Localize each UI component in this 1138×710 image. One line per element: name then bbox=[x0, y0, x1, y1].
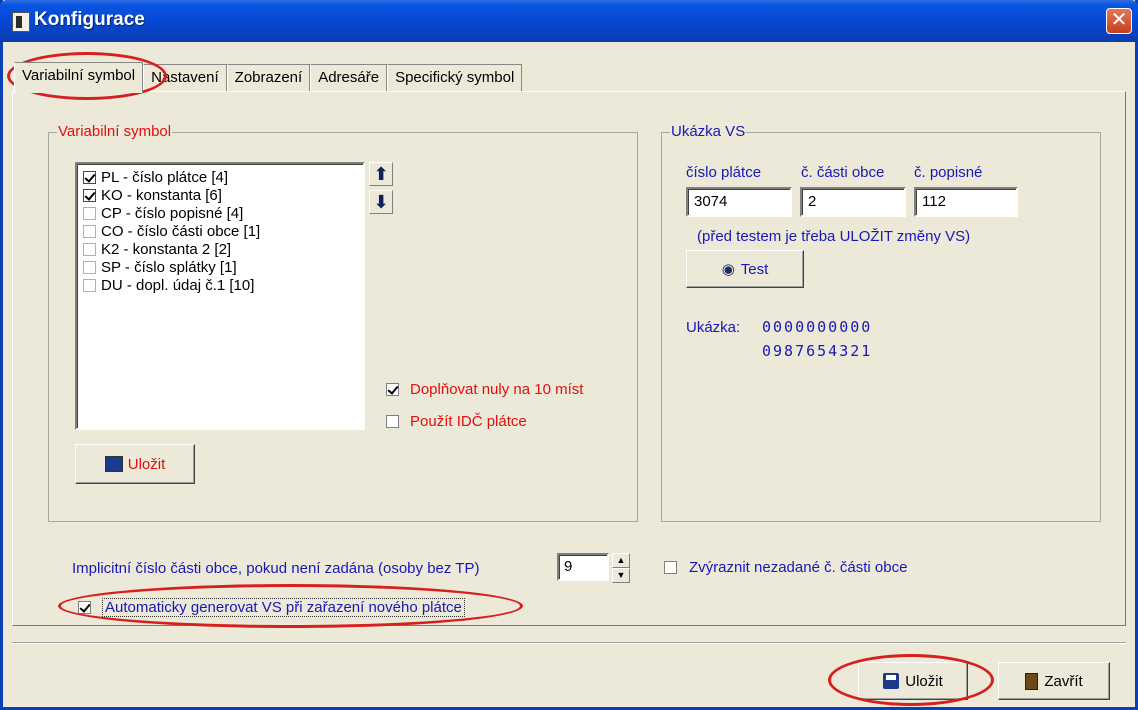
cast-obce-field[interactable]: 2 bbox=[800, 187, 906, 217]
pad-zeros-option[interactable]: Doplňovat nuly na 10 míst bbox=[386, 381, 583, 398]
tab-variabilni-symbol[interactable]: Variabilní symbol bbox=[14, 62, 144, 93]
close-window-button[interactable]: ✕ bbox=[1106, 8, 1132, 34]
implicit-value-field[interactable]: 9 bbox=[557, 553, 609, 581]
exit-door-icon bbox=[1025, 672, 1039, 690]
list-item[interactable]: CP - číslo popisné [4] bbox=[83, 205, 243, 222]
arrow-down-icon: ⬇ bbox=[373, 192, 389, 212]
use-idc-label: Použít IDČ plátce bbox=[410, 413, 527, 430]
test-label: Test bbox=[740, 260, 769, 278]
tab-zobrazeni[interactable]: Zobrazení bbox=[226, 64, 311, 92]
list-item[interactable]: KO - konstanta [6] bbox=[83, 187, 222, 204]
list-item[interactable]: SP - číslo splátky [1] bbox=[83, 259, 237, 276]
use-idc-option[interactable]: Použít IDČ plátce bbox=[386, 413, 527, 430]
list-item-label: K2 - konstanta 2 [2] bbox=[101, 241, 232, 258]
list-item-label: PL - číslo plátce [4] bbox=[101, 169, 229, 186]
test-note: (před testem je třeba ULOŽIT změny VS) bbox=[697, 228, 971, 245]
vs-components-list[interactable]: PL - číslo plátce [4] KO - konstanta [6]… bbox=[75, 162, 365, 430]
checkbox[interactable] bbox=[83, 279, 96, 292]
footer-close-button[interactable]: Zavřít bbox=[998, 662, 1110, 700]
save-vs-button[interactable]: Uložit bbox=[75, 444, 195, 484]
move-up-button[interactable]: ⬆ bbox=[369, 162, 393, 186]
list-item[interactable]: DU - dopl. údaj č.1 [10] bbox=[83, 277, 254, 294]
save-icon bbox=[104, 456, 123, 472]
sample-line-2: 0987654321 bbox=[762, 342, 873, 360]
list-item[interactable]: PL - číslo plátce [4] bbox=[83, 169, 228, 186]
test-button[interactable]: ◉ Test bbox=[686, 250, 804, 288]
footer-divider bbox=[12, 642, 1126, 644]
annotation-ellipse-save bbox=[828, 654, 994, 706]
vs-group-label: Variabilní symbol bbox=[57, 123, 173, 140]
sample-label: Ukázka: bbox=[686, 319, 741, 336]
pad-zeros-checkbox[interactable] bbox=[386, 383, 399, 396]
list-item[interactable]: K2 - konstanta 2 [2] bbox=[83, 241, 231, 258]
footer-close-label: Zavřít bbox=[1044, 672, 1083, 690]
tab-adresare[interactable]: Adresáře bbox=[310, 64, 388, 92]
sample-group-label: Ukázka VS bbox=[670, 123, 747, 140]
spin-down-button[interactable]: ▼ bbox=[612, 568, 630, 583]
pad-zeros-label: Doplňovat nuly na 10 míst bbox=[410, 381, 584, 398]
col1-label: číslo plátce bbox=[686, 164, 762, 181]
arrow-up-icon: ⬆ bbox=[373, 164, 389, 184]
list-item-label: CO - číslo části obce [1] bbox=[101, 223, 261, 240]
checkbox[interactable] bbox=[83, 243, 96, 256]
eye-icon: ◉ bbox=[721, 261, 735, 278]
annotation-ellipse-auto bbox=[58, 584, 523, 628]
save-vs-label: Uložit bbox=[127, 455, 166, 473]
use-idc-checkbox[interactable] bbox=[386, 415, 399, 428]
col3-label: č. popisné bbox=[914, 164, 983, 181]
list-item[interactable]: CO - číslo části obce [1] bbox=[83, 223, 260, 240]
list-item-label: SP - číslo splátky [1] bbox=[101, 259, 237, 276]
col2-label: č. části obce bbox=[801, 164, 885, 181]
cislo-popisne-field[interactable]: 112 bbox=[914, 187, 1018, 217]
highlight-checkbox[interactable] bbox=[664, 561, 677, 574]
list-item-label: DU - dopl. údaj č.1 [10] bbox=[101, 277, 255, 294]
highlight-option[interactable]: Zvýraznit nezadané č. části obce bbox=[664, 559, 907, 576]
tab-specificky-symbol[interactable]: Specifický symbol bbox=[387, 64, 523, 92]
checkbox[interactable] bbox=[83, 261, 96, 274]
title-bar[interactable]: Konfigurace ✕ bbox=[0, 0, 1138, 42]
implicit-label: Implicitní číslo části obce, pokud není … bbox=[72, 560, 480, 577]
list-item-label: CP - číslo popisné [4] bbox=[101, 205, 244, 222]
sample-line-1: 0000000000 bbox=[762, 318, 873, 336]
app-icon bbox=[12, 12, 30, 32]
highlight-label: Zvýraznit nezadané č. části obce bbox=[689, 559, 908, 576]
move-down-button[interactable]: ⬇ bbox=[369, 190, 393, 214]
checkbox[interactable] bbox=[83, 171, 96, 184]
checkbox[interactable] bbox=[83, 207, 96, 220]
window-title: Konfigurace bbox=[34, 9, 145, 30]
list-item-label: KO - konstanta [6] bbox=[101, 187, 222, 204]
cislo-platce-field[interactable]: 3074 bbox=[686, 187, 792, 217]
tab-strip: Variabilní symbol Nastavení Zobrazení Ad… bbox=[14, 62, 523, 93]
checkbox[interactable] bbox=[83, 225, 96, 238]
checkbox[interactable] bbox=[83, 189, 96, 202]
spin-up-button[interactable]: ▲ bbox=[612, 553, 630, 568]
